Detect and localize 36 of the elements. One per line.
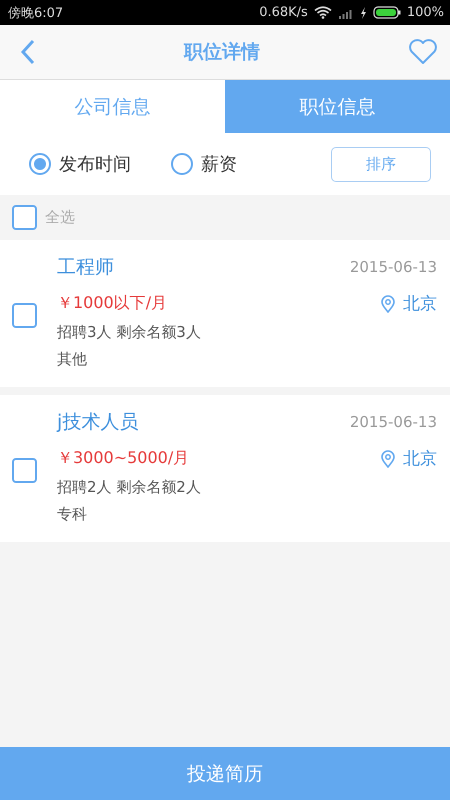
- wifi-icon: [314, 6, 332, 19]
- back-icon[interactable]: [20, 39, 36, 65]
- battery-icon: [372, 6, 401, 19]
- post-date: 2015-06-13: [350, 413, 437, 431]
- job-card[interactable]: j技术人员 2015-06-13 ￥3000~5000/月 北京 招聘2人 剩余名额2人 专科: [0, 395, 450, 542]
- radio-label: 发布时间: [59, 153, 131, 176]
- job-title: j技术人员: [57, 410, 138, 435]
- checkbox[interactable]: [12, 303, 37, 328]
- select-all-label: 全选: [45, 208, 75, 227]
- sort-button[interactable]: 排序: [331, 146, 431, 182]
- radio-button[interactable]: [171, 153, 193, 175]
- page-title: 职位详情: [184, 40, 260, 65]
- submit-resume-button[interactable]: 投递简历: [0, 747, 450, 800]
- tab[interactable]: 职位信息: [225, 80, 450, 133]
- charging-icon: [360, 6, 367, 18]
- job-title: 工程师: [57, 255, 114, 280]
- location: 北京: [403, 448, 437, 470]
- battery-percent: 100%: [406, 5, 444, 20]
- post-date: 2015-06-13: [350, 258, 437, 276]
- network-speed: 0.68K/s: [259, 5, 308, 20]
- checkbox[interactable]: [12, 458, 37, 483]
- location: 北京: [403, 293, 437, 315]
- job-card[interactable]: 工程师 2015-06-13 ￥1000以下/月 北京 招聘3人 剩余名额3人 其他: [0, 240, 450, 387]
- radio-button[interactable]: [29, 153, 51, 175]
- salary: ￥1000以下/月: [57, 293, 168, 314]
- education-text: 专科: [57, 504, 88, 525]
- status-time: 傍晚6:07: [8, 4, 64, 22]
- education-text: 其他: [57, 349, 88, 370]
- quota-text: 招聘2人 剩余名额2人: [57, 477, 202, 498]
- location-pin-icon: [381, 294, 395, 312]
- radio-label: 薪资: [201, 153, 237, 176]
- location-pin-icon: [381, 450, 395, 468]
- heart-icon[interactable]: [408, 39, 438, 65]
- checkbox[interactable]: [12, 205, 37, 230]
- quota-text: 招聘3人 剩余名额3人: [57, 322, 202, 343]
- salary: ￥3000~5000/月: [57, 448, 190, 469]
